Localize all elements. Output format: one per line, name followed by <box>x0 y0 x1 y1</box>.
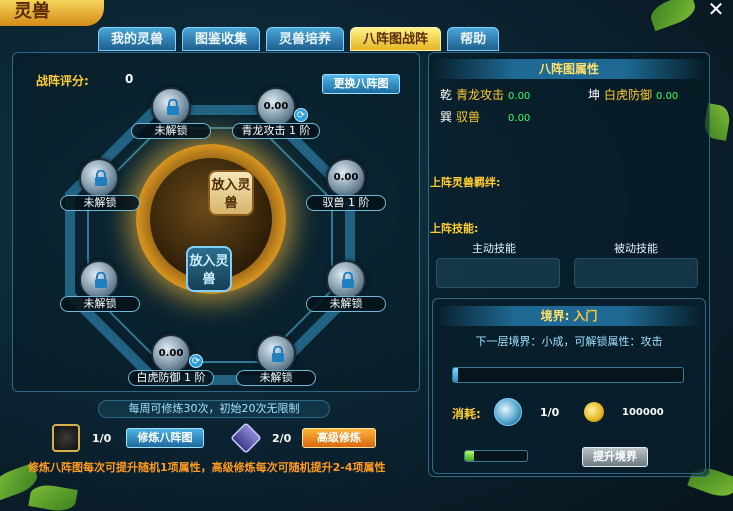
train-count: 1/0 <box>92 432 112 445</box>
node-label-4: 驭兽 1 阶 <box>306 195 386 211</box>
realm-progress-fill <box>453 368 458 382</box>
lock-icon <box>272 346 284 362</box>
node-value-7: 0.00 <box>158 348 184 359</box>
formation-node-8[interactable] <box>256 334 296 374</box>
node-label-5: 未解锁 <box>60 296 140 312</box>
realm-item-icon <box>494 398 522 426</box>
node-value-2: 0.00 <box>263 101 289 112</box>
node-label-2: 青龙攻击 1 阶 <box>232 123 320 139</box>
node-label-1: 未解锁 <box>131 123 211 139</box>
formation-node-4[interactable]: 0.00 <box>326 158 366 198</box>
gold-amount: 100000 <box>622 407 664 418</box>
skills-title: 上阵技能: <box>430 222 479 235</box>
weekly-info: 每周可修炼30次，初始20次无限制 <box>98 400 330 418</box>
swap-icon[interactable]: ⟳ <box>189 354 203 368</box>
realm-small-progress-fill <box>465 451 475 461</box>
consume-label: 消耗: <box>452 407 481 421</box>
node-label-8: 未解锁 <box>236 370 316 386</box>
realm-next-info: 下一层境界：小成，可解锁属性：攻击 <box>475 335 663 348</box>
game-window: 灵兽 ✕ 我的灵兽 图鉴收集 灵兽培养 八阵图战阵 帮助 战阵评分: 0 更换八… <box>0 0 733 511</box>
upgrade-realm-button[interactable]: 提升境界 <box>582 447 648 467</box>
tab-bar: 我的灵兽 图鉴收集 灵兽培养 八阵图战阵 帮助 <box>98 27 500 51</box>
lock-icon <box>95 272 107 288</box>
place-pet-slot-bottom[interactable]: 放入灵兽 <box>186 246 232 292</box>
passive-skill-label: 被动技能 <box>614 242 658 255</box>
advanced-token-icon <box>230 422 262 454</box>
tab-my-pets[interactable]: 我的灵兽 <box>98 27 177 51</box>
gold-coin-icon <box>584 402 604 422</box>
lock-icon <box>95 170 107 186</box>
formation-node-6[interactable] <box>326 260 366 300</box>
leaf-decoration <box>28 482 78 511</box>
formation-node-1[interactable] <box>151 87 191 127</box>
training-tip: 修炼八阵图每次可提升随机1项属性，高级修炼每次可随机提升2-4项属性 <box>28 461 386 474</box>
lock-icon <box>342 272 354 288</box>
node-value-4: 0.00 <box>333 172 359 183</box>
active-skill-slot[interactable] <box>436 258 560 288</box>
window-title-badge: 灵兽 <box>0 0 104 26</box>
place-pet-slot-top[interactable]: 放入灵兽 <box>208 170 254 216</box>
attr-row-kun: 坤白虎防御 0.00 <box>588 88 679 102</box>
attributes-header: 八阵图属性 <box>432 59 706 79</box>
change-formation-button[interactable]: 更换八阵图 <box>322 74 400 94</box>
realm-small-progress <box>464 450 528 462</box>
realm-item-count: 1/0 <box>540 406 560 419</box>
node-label-6: 未解锁 <box>306 296 386 312</box>
bond-title: 上阵灵兽羁绊: <box>430 176 501 189</box>
score-label: 战阵评分: <box>36 74 89 88</box>
train-formation-button[interactable]: 修炼八阵图 <box>126 428 204 448</box>
formation-node-3[interactable] <box>79 158 119 198</box>
node-label-7: 白虎防御 1 阶 <box>128 370 214 386</box>
realm-title: 境界: 入门 <box>436 306 702 326</box>
realm-progress-bar <box>452 367 684 383</box>
tab-formation[interactable]: 八阵图战阵 <box>350 27 442 51</box>
formation-node-5[interactable] <box>79 260 119 300</box>
node-label-3: 未解锁 <box>60 195 140 211</box>
leaf-decoration <box>647 0 699 32</box>
tab-help[interactable]: 帮助 <box>447 27 500 51</box>
score-value: 0 <box>125 72 134 86</box>
advanced-train-button[interactable]: 高级修炼 <box>302 428 376 448</box>
attr-row-qian: 乾青龙攻击 0.00 <box>440 88 531 102</box>
swap-icon[interactable]: ⟳ <box>294 108 308 122</box>
active-skill-label: 主动技能 <box>472 242 516 255</box>
close-icon[interactable]: ✕ <box>705 0 727 20</box>
tab-training[interactable]: 灵兽培养 <box>266 27 345 51</box>
lock-icon <box>167 99 179 115</box>
formation-node-7[interactable]: 0.00 <box>151 334 191 374</box>
attr-row-xun: 巽驭兽 0.00 <box>440 110 531 124</box>
passive-skill-slot[interactable] <box>574 258 698 288</box>
advanced-count: 2/0 <box>272 432 292 445</box>
tab-collection[interactable]: 图鉴收集 <box>182 27 261 51</box>
training-scroll-icon <box>52 424 80 452</box>
formation-node-2[interactable]: 0.00 <box>256 87 296 127</box>
